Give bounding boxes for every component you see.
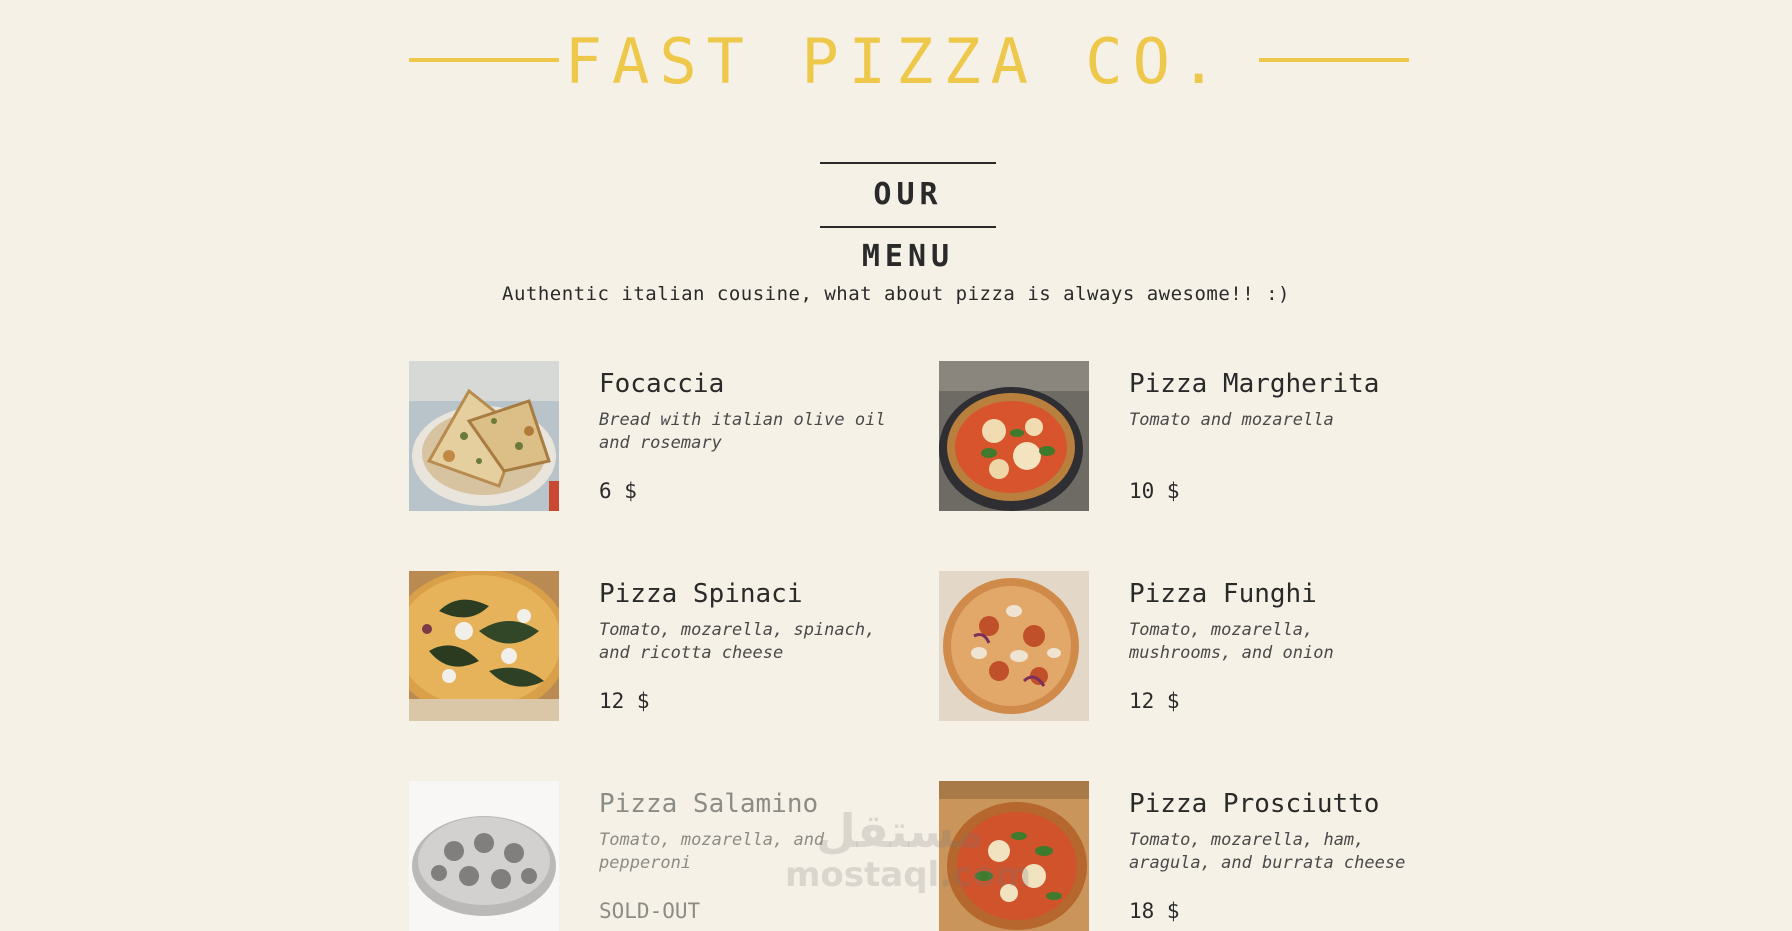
menu-item-salamino: Pizza Salamino Tomato, mozarella, and pe…: [409, 781, 879, 931]
spinaci-photo: [409, 571, 559, 721]
menu-heading: OUR MENU: [820, 162, 996, 274]
menu-item-info: Focaccia Bread with italian olive oil an…: [599, 361, 889, 503]
focaccia-photo: [409, 361, 559, 511]
margherita-photo: [939, 361, 1089, 511]
menu-item-info: Pizza Prosciutto Tomato, mozarella, ham,…: [1129, 781, 1419, 923]
page: FAST PIZZA CO. OUR MENU Authentic italia…: [0, 0, 1792, 931]
brand-decorative-line-left: [409, 58, 559, 62]
menu-item-funghi[interactable]: Pizza Funghi Tomato, mozarella, mushroom…: [939, 571, 1409, 721]
menu-item-focaccia[interactable]: Focaccia Bread with italian olive oil an…: [409, 361, 886, 511]
menu-item-name: Pizza Margherita: [1129, 369, 1380, 399]
menu-item-name: Focaccia: [599, 369, 725, 399]
menu-item-info: Pizza Margherita Tomato and mozarella 10…: [1129, 361, 1419, 503]
menu-item-description: Bread with italian olive oil and rosemar…: [599, 410, 886, 453]
salamino-photo: [409, 781, 559, 931]
menu-item-price: 6 $: [599, 479, 637, 503]
prosciutto-photo: [939, 781, 1089, 931]
menu-item-price: 18 $: [1129, 899, 1180, 923]
brand-title: FAST PIZZA CO.: [564, 25, 1228, 98]
menu-item-description: Tomato, mozarella, mushrooms, and onion: [1129, 620, 1334, 663]
menu-item-name: Pizza Prosciutto: [1129, 789, 1380, 819]
menu-item-description: Tomato, mozarella, and pepperoni: [599, 830, 825, 873]
menu-item-price: 10 $: [1129, 479, 1180, 503]
site-header: FAST PIZZA CO.: [0, 0, 1792, 124]
sold-out-label: SOLD-OUT: [599, 899, 701, 923]
menu-item-price: 12 $: [599, 689, 650, 713]
menu-item-name: Pizza Funghi: [1129, 579, 1317, 609]
menu-item-description: Tomato, mozarella, spinach, and ricotta …: [599, 620, 876, 663]
menu-item-margherita[interactable]: Pizza Margherita Tomato and mozarella 10…: [939, 361, 1409, 511]
menu-item-info: Pizza Spinaci Tomato, mozarella, spinach…: [599, 571, 889, 713]
menu-subtitle: Authentic italian cousine, what about pi…: [502, 283, 1290, 305]
menu-item-price: 12 $: [1129, 689, 1180, 713]
menu-item-name: Pizza Spinaci: [599, 579, 803, 609]
menu-item-info: Pizza Salamino Tomato, mozarella, and pe…: [599, 781, 889, 923]
menu-item-info: Pizza Funghi Tomato, mozarella, mushroom…: [1129, 571, 1419, 713]
brand-decorative-line-right: [1259, 58, 1409, 62]
funghi-photo: [939, 571, 1089, 721]
menu-item-description: Tomato and mozarella: [1129, 410, 1334, 430]
menu-item-description: Tomato, mozarella, ham, aragula, and bur…: [1129, 830, 1406, 873]
menu-item-name: Pizza Salamino: [599, 789, 819, 819]
menu-item-spinaci[interactable]: Pizza Spinaci Tomato, mozarella, spinach…: [409, 571, 879, 721]
menu-item-prosciutto[interactable]: Pizza Prosciutto Tomato, mozarella, ham,…: [939, 781, 1409, 931]
